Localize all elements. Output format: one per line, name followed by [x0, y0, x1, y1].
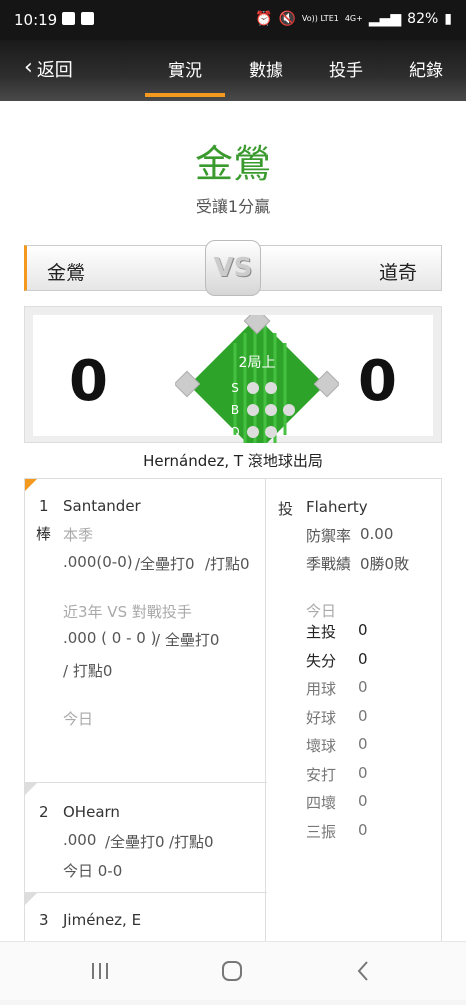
season-hr: /全壘打0 — [135, 555, 195, 573]
back-nav-icon[interactable] — [357, 961, 368, 981]
record-label: 季戰績 — [306, 555, 352, 573]
battery-percent: 82% — [407, 11, 439, 27]
pitcher-stat-label: 三振 — [306, 822, 337, 841]
batting-order: 3 — [39, 911, 49, 929]
vs-badge: VS — [205, 240, 261, 296]
pitcher-stat-label: 失分 — [306, 651, 337, 670]
batters-column: 1 棒 Santander 本季 .000(0-0) /全壘打0 /打點0 近3… — [24, 479, 267, 941]
season-label: 本季 — [63, 526, 94, 544]
pitcher-stat-value: 0 — [358, 678, 368, 696]
signal-icon: ▂▄▆ — [368, 11, 402, 27]
tab-pitchers[interactable]: 投手 — [306, 56, 386, 81]
back-label: 返回 — [36, 60, 73, 81]
pitcher-stat-label: 用球 — [306, 680, 337, 698]
season-rbi: /打點0 — [169, 833, 214, 851]
pitcher-stat-value: 0 — [358, 820, 368, 839]
batter-name: Jiménez, E — [63, 911, 142, 929]
record-value: 0勝0敗 — [360, 555, 410, 573]
pitcher-stat-value: 0 — [358, 763, 368, 782]
batting-order: 2 — [39, 803, 49, 821]
pitcher-stat-label: 壞球 — [306, 737, 337, 755]
batter-role: 棒 — [36, 525, 52, 543]
pitcher-stat-label: 主投 — [306, 623, 337, 641]
ball-label: B — [231, 403, 239, 417]
inning-label: 2局上 — [239, 355, 276, 371]
today-label: 今日 — [63, 710, 94, 728]
batter-name: OHearn — [63, 803, 120, 821]
season-hr: /全壘打0 — [105, 833, 165, 851]
recent-apps-icon[interactable] — [92, 963, 108, 979]
pitcher-name: Flaherty — [306, 498, 368, 516]
back-button[interactable]: ‹ 返回 — [24, 55, 73, 82]
gallery-icon — [62, 12, 75, 25]
batter-card[interactable]: 3 Jiménez, E — [25, 893, 267, 941]
matchup-bar: 金鶯 道奇 VS — [24, 240, 442, 296]
status-bar: 10:19 ⏰ 🔇 Vo)) LTE1 4G+ ▂▄▆ 82% ▮ — [0, 0, 466, 40]
tab-live[interactable]: 實況 — [145, 56, 225, 97]
era-label: 防禦率 — [306, 527, 352, 545]
tab-records[interactable]: 紀錄 — [386, 56, 466, 81]
main-content: 金鶯 受讓1分贏 金鶯 道奇 VS 0 0 2局上 S B O Hernánde… — [0, 101, 466, 941]
home-team-name: 道奇 — [378, 262, 417, 284]
pitcher-stat-label: 四壞 — [306, 794, 337, 812]
vs-pitcher-hr: / 全壘打0 — [155, 631, 220, 649]
volte-indicator: Vo)) LTE1 — [301, 14, 339, 23]
pitcher-stat-label: 安打 — [306, 765, 337, 784]
pitcher-role: 投 — [278, 500, 294, 518]
strike-label: S — [231, 381, 239, 395]
alarm-icon: ⏰ — [255, 11, 273, 27]
vs-pitcher-rbi: / 打點0 — [63, 662, 113, 680]
batting-order: 1 — [39, 497, 49, 515]
network-indicator: 4G+ — [344, 14, 363, 23]
today-label: 今日 — [306, 602, 337, 620]
chevron-left-icon: ‹ — [24, 55, 33, 80]
batter-card[interactable]: 1 棒 Santander 本季 .000(0-0) /全壘打0 /打點0 近3… — [25, 479, 267, 783]
scoreboard: 0 0 2局上 S B O — [24, 306, 442, 450]
out-dot — [265, 426, 277, 438]
tab-stats[interactable]: 數據 — [226, 56, 306, 81]
pitcher-stat-value: 0 — [358, 621, 368, 639]
home-icon[interactable] — [222, 961, 242, 981]
pitcher-column[interactable]: 投 Flaherty 防禦率 0.00 季戰績 0勝0敗 今日 主投 0 失分 0 用球… — [266, 479, 442, 941]
away-score: 0 — [69, 349, 108, 414]
mute-icon: 🔇 — [278, 11, 296, 27]
pitcher-stat-value: 0 — [358, 649, 368, 668]
vs-pitcher-avg: .000 ( 0 - 0 ) — [63, 629, 157, 647]
batter-name: Santander — [63, 497, 141, 515]
handicap-note: 受讓1分贏 — [195, 197, 271, 216]
ball-dot — [283, 404, 295, 416]
today-line: 今日 0-0 — [63, 862, 123, 880]
clock: 10:19 — [14, 11, 58, 29]
season-avg: .000 — [63, 831, 97, 849]
era-value: 0.00 — [360, 525, 394, 543]
android-navbar — [0, 941, 466, 1000]
base-diamond: 2局上 S B O — [175, 315, 339, 450]
out-dot — [247, 426, 259, 438]
away-team[interactable]: 金鶯 — [24, 245, 219, 291]
season-avg: .000(0-0) — [63, 553, 133, 571]
away-team-name: 金鶯 — [47, 262, 86, 284]
third-base — [175, 370, 201, 398]
out-label: O — [230, 425, 239, 439]
ball-dot — [265, 404, 277, 416]
strike-dot — [265, 382, 277, 394]
last-play: Hernández, T 滾地球出局 — [24, 443, 442, 479]
vs-pitcher-label: 近3年 VS 對戰投手 — [63, 603, 192, 621]
top-navigation: ‹ 返回 實況 數據 投手 紀錄 — [0, 40, 466, 101]
battery-icon: ▮ — [444, 11, 452, 27]
pitcher-stat-value: 0 — [358, 735, 368, 753]
pitcher-stat-value: 0 — [358, 792, 368, 810]
check-icon — [81, 12, 94, 25]
home-score: 0 — [358, 349, 397, 414]
home-team[interactable]: 道奇 — [247, 245, 442, 291]
leading-team: 金鶯 — [194, 142, 271, 186]
strike-dot — [247, 382, 259, 394]
batter-card[interactable]: 2 OHearn .000 /全壘打0 /打點0 今日 0-0 — [25, 783, 267, 893]
season-rbi: /打點0 — [205, 555, 250, 573]
ball-dot — [247, 404, 259, 416]
pitcher-stat-value: 0 — [358, 706, 368, 725]
first-base — [313, 370, 339, 398]
pitcher-stat-label: 好球 — [306, 708, 337, 727]
